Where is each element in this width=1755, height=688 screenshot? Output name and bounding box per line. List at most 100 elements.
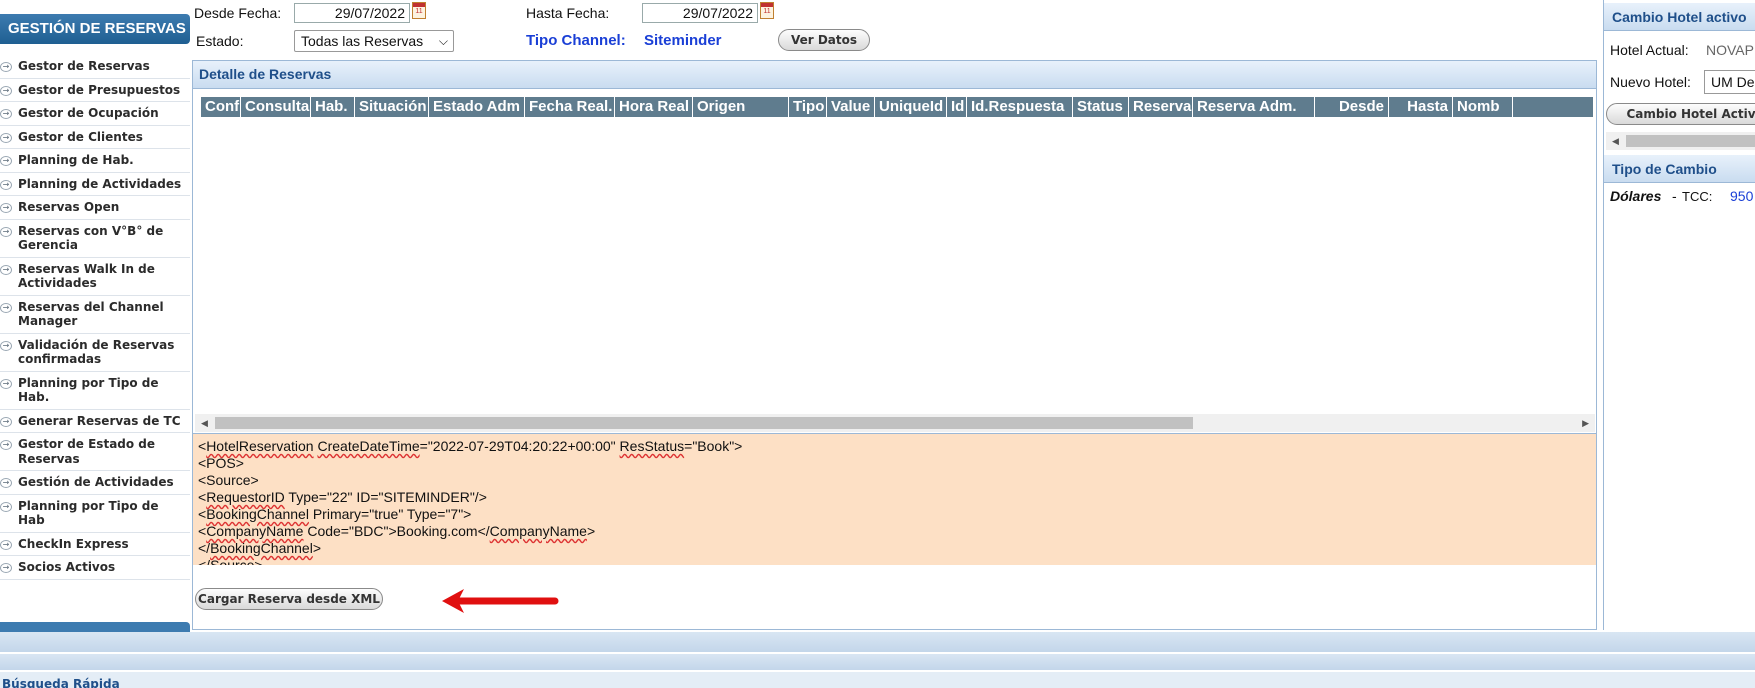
sidebar-item[interactable]: → Reservas Walk In de Actividades [0,258,190,296]
grid-column-header[interactable]: Nomb [1453,97,1513,117]
xml-segment: < [198,438,207,454]
xml-segment: <Source> [198,472,259,488]
grid-column-header[interactable]: Reserva Adm. [1193,97,1315,117]
grid-column-header[interactable]: Reserva [1129,97,1193,117]
sidebar-item[interactable]: → Gestor de Estado de Reservas [0,433,190,471]
grid-column-header[interactable]: Hab. [311,97,355,117]
xml-segment: CompanyName [206,523,304,539]
sidebar-next-section[interactable] [0,622,190,632]
xml-textarea[interactable]: <HotelReservation CreateDateTime="2022-0… [193,433,1596,565]
xml-segment: </ [198,540,211,556]
grid-column-header[interactable]: Fecha Real. [525,97,615,117]
grid-column-header[interactable]: Value [827,97,875,117]
arrow-circle-icon: → [0,203,12,213]
sidebar-item[interactable]: → CheckIn Express [0,533,190,556]
grid-column-header[interactable]: Desde [1315,97,1389,117]
sidebar-item[interactable]: → Reservas del Channel Manager [0,296,190,334]
xml-segment: BookingChannel [210,540,313,556]
chevron-down-icon: ⌵ [438,34,448,48]
scroll-left-icon[interactable]: ◀ [201,414,208,432]
grid-column-header[interactable]: Estado Adm [429,97,525,117]
sidebar-item[interactable]: → Gestor de Presupuestos [0,79,190,102]
arrow-circle-icon: → [0,378,12,389]
scrollbar-thumb[interactable] [1626,135,1755,147]
grid-column-header[interactable]: Conf [201,97,241,117]
sidebar-item[interactable]: → Planning de Hab. [0,149,190,173]
nuevo-hotel-select[interactable]: UM De [1704,70,1755,94]
hasta-fecha-input[interactable]: 29/07/2022 [642,3,758,23]
estado-select-value: Todas las Reservas [301,33,424,49]
arrow-circle-icon: → [0,62,12,72]
sidebar-item-label: Validación de Reservas confirmadas [18,337,175,367]
sidebar-item[interactable]: → Gestor de Ocupación [0,102,190,126]
estado-select[interactable]: Todas las Reservas ⌵ [294,30,454,52]
xml-segment: < [198,523,207,539]
nuevo-hotel-label: Nuevo Hotel: [1610,74,1691,90]
sidebar-item[interactable]: → Gestor de Reservas [0,55,190,79]
grid-column-header[interactable]: UniqueId [875,97,947,117]
scroll-left-icon[interactable]: ◀ [1612,132,1619,150]
sidebar-item[interactable]: → Gestión de Actividades [0,471,190,495]
calendar-icon[interactable]: 11 [760,2,774,19]
xml-segment: ="2022-07-29T04:20:22+00:00" [419,438,620,454]
tipo-channel-value: Siteminder [644,32,722,49]
xml-segment: HotelReservation [206,438,314,454]
sidebar-item[interactable]: → Reservas Open [0,196,190,220]
sidebar-item[interactable]: → Planning por Tipo de Hab [0,495,190,533]
main-content: Desde Fecha: 29/07/2022 11 Hasta Fecha: … [192,0,1597,630]
sidebar-menu: → Gestor de Reservas → Gestor de Presupuest… [0,55,190,580]
grid-column-header[interactable]: Consulta [241,97,311,117]
sidebar-item[interactable]: → Reservas con V°B° de Gerencia [0,220,190,258]
separator: - [1672,188,1677,204]
hotel-actual-label: Hotel Actual: [1610,42,1689,58]
tipo-cambio-title: Tipo de Cambio [1604,155,1755,183]
calendar-icon[interactable]: 11 [412,2,426,19]
arrow-circle-icon: → [0,109,12,119]
sidebar: GESTIÓN DE RESERVAS → Gestor de Reservas →… [0,0,192,632]
tcc-value: 950 [1730,188,1754,204]
cambio-hotel-title: Cambio Hotel activo [1604,3,1755,31]
xml-line: <Source> [198,472,1591,489]
estado-label: Estado: [196,33,244,49]
sidebar-item[interactable]: → Socios Activos [0,556,190,580]
xml-line: <RequestorID Type="22" ID="SITEMINDER"/> [198,489,1591,506]
sidebar-item-label: Reservas Open [18,200,120,214]
sidebar-item-label: Generar Reservas de TC [18,413,181,428]
xml-segment: < [198,489,207,505]
grid-column-header[interactable]: Tipo [789,97,827,117]
busqueda-rapida-label[interactable]: Búsqueda Rápida [2,677,120,688]
horizontal-scrollbar[interactable]: ◀ ▶ [195,414,1595,432]
sidebar-item-label: Gestor de Estado de Reservas [18,437,156,466]
arrow-circle-icon: → [0,416,12,427]
sidebar-item-label: Planning por Tipo de Hab [18,498,159,528]
grid-column-header[interactable]: Origen [693,97,789,117]
xml-segment: > [312,540,322,556]
xml-segment: < [198,506,207,522]
sidebar-item[interactable]: → Planning por Tipo de Hab. [0,372,190,410]
sidebar-item[interactable]: → Generar Reservas de TC [0,410,190,433]
sidebar-item-label: Gestor de Reservas [18,59,150,73]
ver-datos-button[interactable]: Ver Datos [778,29,870,51]
grid-column-header[interactable]: Hasta [1389,97,1453,117]
cargar-reserva-xml-button[interactable]: Cargar Reserva desde XML [195,588,383,610]
sidebar-item[interactable]: → Gestor de Clientes [0,126,190,149]
arrow-circle-icon: → [0,179,12,190]
scrollbar-thumb[interactable] [215,417,1193,429]
scroll-right-icon[interactable]: ▶ [1582,414,1589,432]
grid-column-header[interactable]: Hora Real [615,97,693,117]
grid-header: Conf Consulta Hab. Situación Estado Adm Fecha… [201,97,1593,117]
right-horizontal-scrollbar[interactable]: ◀ [1606,132,1755,150]
desde-fecha-input[interactable]: 29/07/2022 [294,3,410,23]
grid-column-header[interactable]: Id.Respuesta [967,97,1073,117]
grid-column-header[interactable]: Situación [355,97,429,117]
arrow-circle-icon: → [0,226,12,237]
sidebar-item[interactable]: → Validación de Reservas confirmadas [0,334,190,372]
grid-column-header[interactable]: Status [1073,97,1129,117]
detalle-reservas-panel: Detalle de Reservas Conf Consulta Hab. Situ… [192,60,1597,630]
arrow-circle-icon: → [0,340,12,351]
grid-column-header[interactable]: Id [947,97,967,117]
cambio-hotel-activo-button[interactable]: Cambio Hotel Activ [1606,103,1755,125]
sidebar-item[interactable]: → Planning de Actividades [0,173,190,196]
arrow-circle-icon: → [0,85,12,96]
sidebar-item-label: Planning de Actividades [18,176,182,191]
